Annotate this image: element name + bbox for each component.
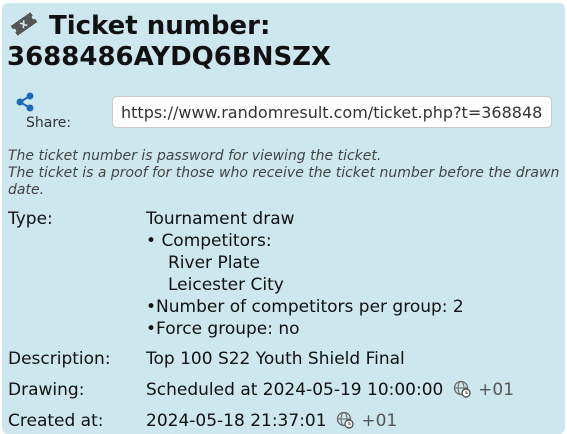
drawing-value: Scheduled at 2024-05-19 10:00:00 [146,380,444,400]
description-label: Description: [8,349,111,369]
description-value: Top 100 S22 Youth Shield Final [146,349,405,369]
created-label: Created at: [8,411,104,431]
created-timezone: +01 [361,411,398,431]
ticket-notes: The ticket number is password for viewin… [8,148,560,199]
ticket-url-field[interactable] [112,96,552,128]
type-value: Tournament draw [146,209,295,229]
note-proof: The ticket is a proof for those who rece… [8,165,560,198]
globe-clock-icon [453,380,471,398]
drawing-timezone: +01 [478,380,515,400]
note-password: The ticket number is password for viewin… [8,148,382,164]
per-group-item: Number of competitors per group: 2 [146,296,563,318]
force-groupe-item: Force groupe: no [146,318,563,340]
ticket-icon [10,12,38,36]
competitor-1: River Plate [168,253,260,273]
drawing-row: Drawing: Scheduled at 2024-05-19 10:00:0… [8,379,563,410]
created-row: Created at: 2024-05-18 21:37:01 +01 [8,410,563,432]
type-value-block: Tournament draw Competitors: River Plate… [146,208,563,340]
drawing-label: Drawing: [8,380,85,400]
created-value-block: 2024-05-18 21:37:01 +01 [146,410,563,432]
share-block: Share: [10,91,72,131]
type-options-list: Competitors: River Plate Leicester City … [146,230,563,340]
type-row: Type: Tournament draw Competitors: River… [8,208,563,348]
drawing-value-block: Scheduled at 2024-05-19 10:00:00 +01 [146,379,563,401]
competitors-item: Competitors: River Plate Leicester City [146,230,563,296]
type-label: Type: [8,209,53,229]
title-label: Ticket number: [49,11,271,41]
created-value: 2024-05-18 21:37:01 [146,411,327,431]
description-row: Description: Top 100 S22 Youth Shield Fi… [8,348,563,379]
share-label: Share: [26,115,72,131]
competitors-label: Competitors: [161,231,272,251]
ticket-card: Ticket number: 3688486AYDQ6BNSZX Share: … [2,3,565,434]
globe-clock-icon [336,411,354,429]
competitor-2: Leicester City [168,275,284,295]
ticket-details: Type: Tournament draw Competitors: River… [8,208,563,432]
share-icon[interactable] [14,91,36,113]
page-title: Ticket number: 3688486AYDQ6BNSZX [7,11,562,73]
ticket-number: 3688486AYDQ6BNSZX [7,42,332,72]
